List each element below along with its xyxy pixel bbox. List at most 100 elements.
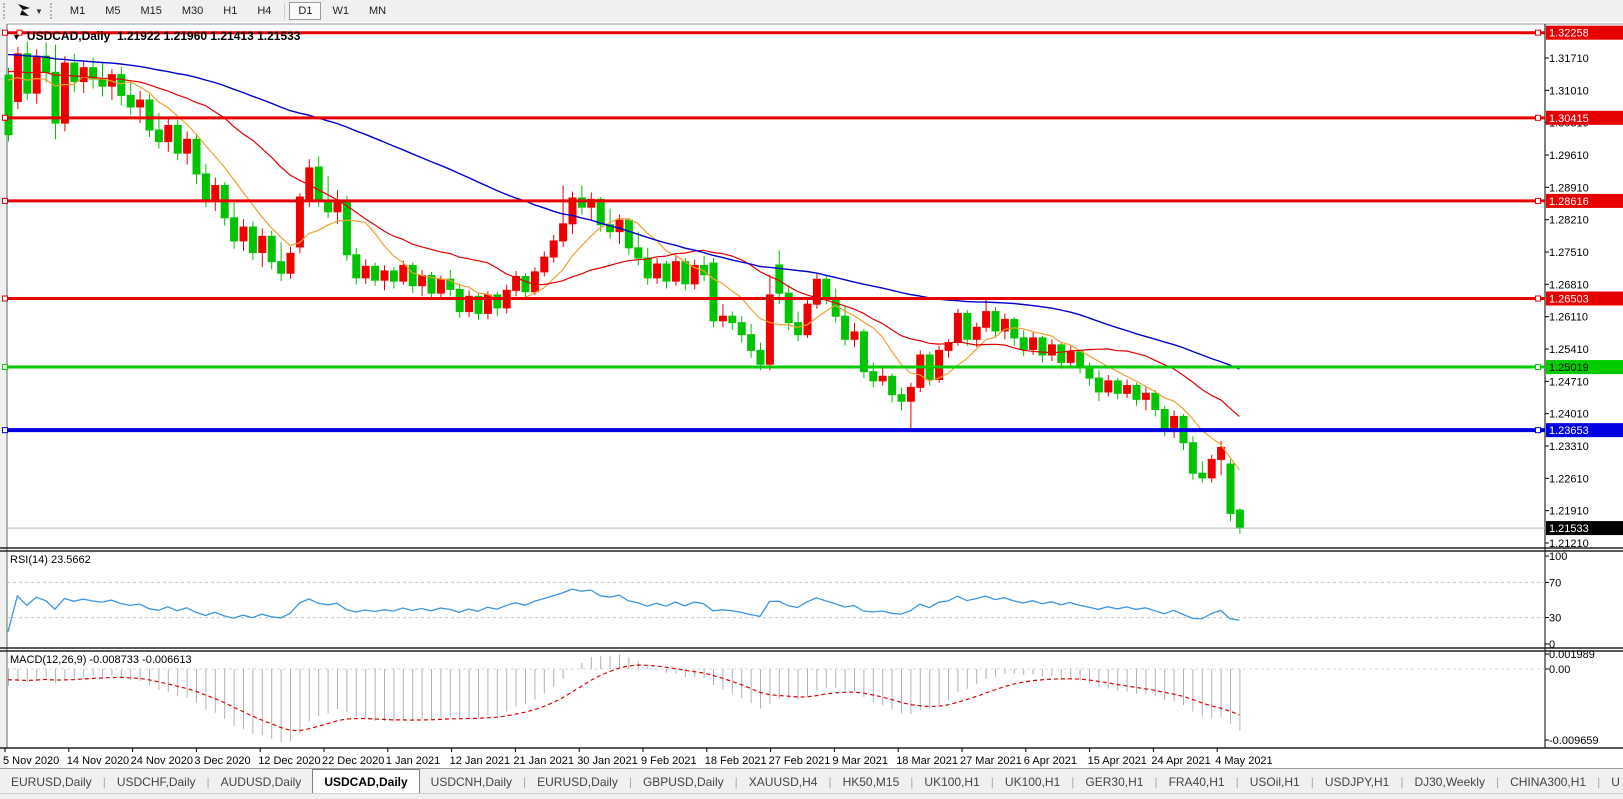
price-tick: 1.26810 — [1549, 279, 1589, 291]
line-anchor[interactable] — [1536, 115, 1541, 120]
price-level-label: 1.23653 — [1549, 425, 1589, 437]
chart-ohlc: 1.21922 1.21960 1.21413 1.21533 — [117, 29, 301, 43]
chart-tab-gbpusd-daily[interactable]: GBPUSD,Daily — [632, 769, 735, 794]
line-anchor[interactable] — [1536, 296, 1541, 301]
chart-tab-dj30-weekly[interactable]: DJ30,Weekly — [1403, 769, 1495, 794]
macd-tick: 0.00 — [1549, 664, 1570, 676]
date-tick: 3 Dec 2020 — [194, 755, 250, 767]
current-price-label: 1.21533 — [1549, 523, 1589, 535]
status-bar — [0, 793, 1623, 799]
line-anchor[interactable] — [3, 296, 8, 301]
chart-canvas[interactable]: 1.317101.310101.303101.296101.289101.282… — [0, 22, 1623, 768]
date-tick: 12 Jan 2021 — [450, 755, 511, 767]
toolbar-grip[interactable] — [3, 3, 10, 19]
timeframe-buttons: M1M5M15M30H1H4 D1W1MN — [60, 2, 396, 20]
chart-pointer-icon — [17, 3, 33, 20]
chart-tab-audusd-daily[interactable]: AUDUSD,Daily — [210, 769, 313, 794]
date-tick: 22 Dec 2020 — [322, 755, 384, 767]
price-tick: 1.24710 — [1549, 376, 1589, 388]
date-tick: 27 Feb 2021 — [769, 755, 831, 767]
price-tick: 1.28910 — [1549, 182, 1589, 194]
price-tick: 1.25410 — [1549, 344, 1589, 356]
date-tick: 15 Apr 2021 — [1088, 755, 1147, 767]
chart-tab-uk100-h1[interactable]: UK100,H1 — [994, 769, 1071, 794]
price-tick: 1.31710 — [1549, 53, 1589, 65]
chart-tab-hk50-m15[interactable]: HK50,M15 — [832, 769, 911, 794]
date-tick: 30 Jan 2021 — [577, 755, 638, 767]
price-tick: 1.31010 — [1549, 85, 1589, 97]
date-tick: 9 Mar 2021 — [832, 755, 888, 767]
date-tick: 14 Nov 2020 — [67, 755, 129, 767]
date-tick: 5 Nov 2020 — [3, 755, 59, 767]
price-tick: 1.21910 — [1549, 506, 1589, 518]
collapse-triangle-icon[interactable]: ▼ — [12, 32, 21, 42]
timeframe-button-m1[interactable]: M1 — [61, 2, 94, 20]
date-tick: 24 Apr 2021 — [1151, 755, 1210, 767]
chart-tab-eurusd-daily[interactable]: EURUSD,Daily — [0, 769, 103, 794]
chart-tab-fra40-h1[interactable]: FRA40,H1 — [1158, 769, 1236, 794]
chart-tab-usdchf-daily[interactable]: USDCHF,Daily — [106, 769, 207, 794]
chart-tab-u[interactable]: U — [1600, 769, 1623, 794]
price-tick: 1.22610 — [1549, 473, 1589, 485]
line-anchor[interactable] — [1536, 198, 1541, 203]
rsi-tick: 30 — [1549, 613, 1561, 625]
line-anchor[interactable] — [3, 198, 8, 203]
chart-tab-uk100-h1[interactable]: UK100,H1 — [913, 769, 990, 794]
chart-tab-usdcad-daily[interactable]: USDCAD,Daily — [312, 769, 419, 794]
price-tick: 1.26110 — [1549, 312, 1588, 324]
date-tick: 18 Feb 2021 — [705, 755, 767, 767]
date-tick: 27 Mar 2021 — [960, 755, 1022, 767]
price-tick: 1.23310 — [1549, 441, 1589, 453]
price-level-label: 1.26503 — [1549, 294, 1589, 306]
price-level-label: 1.25019 — [1549, 362, 1589, 374]
chart-tab-usdjpy-h1[interactable]: USDJPY,H1 — [1314, 769, 1400, 794]
chart-tab-ger30-h1[interactable]: GER30,H1 — [1074, 769, 1154, 794]
timeframe-button-h1[interactable]: H1 — [214, 2, 246, 20]
line-anchor[interactable] — [1536, 365, 1541, 370]
price-level-label: 1.32258 — [1549, 28, 1589, 40]
date-tick: 21 Jan 2021 — [513, 755, 574, 767]
price-tick: 1.28210 — [1549, 215, 1589, 227]
macd-tick: 0.001989 — [1549, 649, 1595, 661]
timeframe-button-m30[interactable]: M30 — [173, 2, 212, 20]
price-level-label: 1.30415 — [1549, 113, 1589, 125]
date-tick: 1 Jan 2021 — [386, 755, 440, 767]
macd-tick: -0.009659 — [1549, 735, 1599, 747]
date-tick: 24 Nov 2020 — [131, 755, 193, 767]
rsi-label: RSI(14) 23.5662 — [10, 554, 91, 566]
chart-tab-china300-h1[interactable]: CHINA300,H1 — [1499, 769, 1597, 794]
price-tick: 1.27510 — [1549, 247, 1589, 259]
timeframe-button-mn[interactable]: MN — [360, 2, 395, 20]
chart-symbol: USDCAD,Daily — [27, 29, 110, 43]
toolbar-divider — [284, 3, 285, 19]
timeframe-button-w1[interactable]: W1 — [323, 2, 358, 20]
date-tick: 12 Dec 2020 — [258, 755, 320, 767]
timeframe-button-h4[interactable]: H4 — [248, 2, 280, 20]
chart-tab-eurusd-daily[interactable]: EURUSD,Daily — [526, 769, 629, 794]
date-tick: 18 Mar 2021 — [896, 755, 958, 767]
line-anchor[interactable] — [1536, 30, 1541, 35]
chart-tab-usoil-h1[interactable]: USOil,H1 — [1239, 769, 1311, 794]
timeframe-button-d1[interactable]: D1 — [289, 2, 321, 20]
chart-title: ▼ USDCAD,Daily 1.21922 1.21960 1.21413 1.… — [12, 29, 300, 43]
line-anchor[interactable] — [3, 365, 8, 370]
timeframe-button-m5[interactable]: M5 — [96, 2, 129, 20]
macd-label: MACD(12,26,9) -0.008733 -0.006613 — [10, 654, 192, 666]
line-anchor[interactable] — [1536, 428, 1541, 433]
chart-tabs: EURUSD,Daily|USDCHF,Daily|AUDUSD,DailyUS… — [0, 768, 1623, 794]
chevron-down-icon: ▼ — [35, 7, 43, 16]
date-tick: 6 Apr 2021 — [1024, 755, 1077, 767]
toolbar-grip[interactable] — [50, 3, 57, 19]
rsi-tick: 70 — [1549, 577, 1561, 589]
line-anchor[interactable] — [3, 428, 8, 433]
chart-tab-xauusd-h4[interactable]: XAUUSD,H4 — [738, 769, 829, 794]
date-tick: 9 Feb 2021 — [641, 755, 697, 767]
chart-tab-usdcnh-daily[interactable]: USDCNH,Daily — [420, 769, 523, 794]
chart-mode-button[interactable]: ▼ — [13, 1, 47, 22]
mt4-app: ▼ M1M5M15M30H1H4 D1W1MN 1.31710 1.31010 1.3… — [0, 0, 1623, 799]
line-anchor[interactable] — [3, 30, 8, 35]
price-tick: 1.29610 — [1549, 150, 1589, 162]
rsi-tick: 100 — [1549, 551, 1567, 563]
timeframe-button-m15[interactable]: M15 — [131, 2, 170, 20]
line-anchor[interactable] — [3, 115, 8, 120]
